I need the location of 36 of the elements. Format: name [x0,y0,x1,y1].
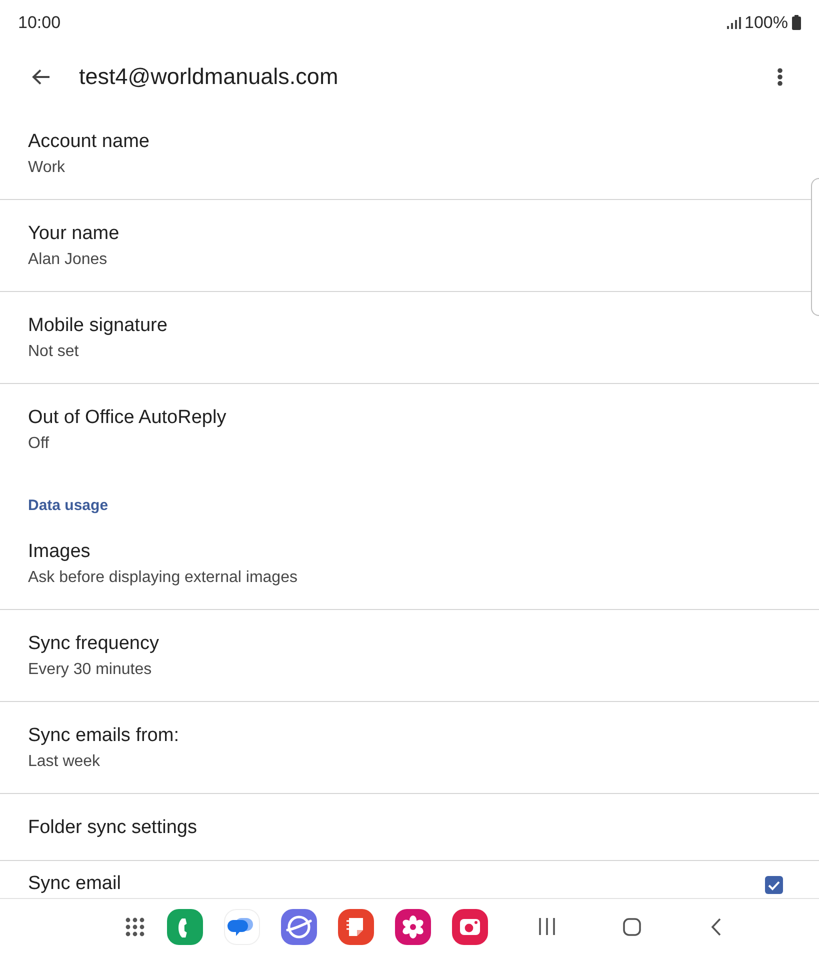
apps-grid-icon[interactable] [125,916,145,936]
more-options-icon[interactable] [777,68,783,86]
signal-icon [726,16,741,28]
account-email-title: test4@worldmanuals.com [79,64,338,90]
battery-icon [792,15,801,30]
setting-value: Off [28,434,50,454]
setting-title[interactable]: Folder sync settings [28,815,197,841]
setting-value: Alan Jones [28,250,108,270]
scrollbar-thumb[interactable] [811,178,819,316]
back-icon[interactable] [711,918,721,936]
setting-value: Every 30 minutes [28,660,152,680]
section-header: Data usage [28,496,108,516]
setting-title[interactable]: Out of Office AutoReply [28,405,226,431]
setting-title[interactable]: Sync emails from: [28,723,179,749]
planet-icon[interactable] [281,908,317,944]
battery-percent: 100% [744,12,788,32]
chat-bubble-icon[interactable] [224,908,260,944]
setting-title[interactable]: Your name [28,221,120,247]
setting-title[interactable]: Mobile signature [28,313,168,339]
setting-value: Work [28,158,66,178]
setting-title[interactable]: Images [28,539,90,565]
note-icon[interactable] [338,908,374,944]
setting-title[interactable]: Sync frequency [28,631,159,657]
camera-icon[interactable] [452,908,488,944]
back-arrow-icon[interactable] [32,68,50,84]
home-icon[interactable] [623,918,641,936]
setting-title[interactable]: Sync email [28,873,121,894]
clock-time: 10:00 [18,12,61,32]
setting-title[interactable]: Account name [28,129,150,155]
phone-icon[interactable] [167,908,203,944]
setting-value: Ask before displaying external images [28,568,298,588]
setting-value: Last week [28,752,100,772]
checkbox[interactable] [765,876,783,894]
setting-value: Not set [28,342,79,362]
recents-icon[interactable] [539,918,555,935]
flower-icon[interactable] [395,908,431,944]
